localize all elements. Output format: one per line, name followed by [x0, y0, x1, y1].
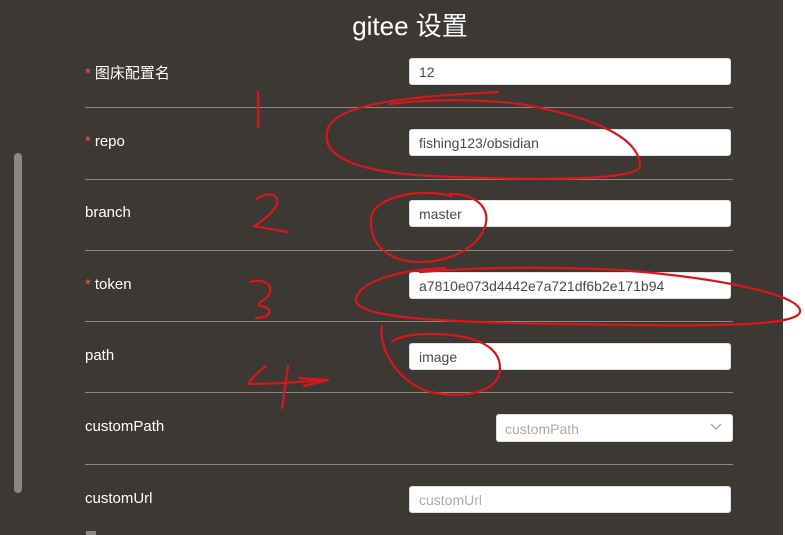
annotation-ellipse-branch [369, 191, 488, 264]
annotation-digit-2 [252, 193, 290, 234]
annotation-ellipse-token [354, 266, 802, 327]
handdrawn-annotations [246, 90, 802, 410]
annotation-ellipse-repo [325, 90, 642, 180]
annotation-digit-4 [246, 364, 330, 410]
annotation-ellipse-path [380, 324, 502, 396]
annotation-digit-3 [248, 279, 272, 320]
